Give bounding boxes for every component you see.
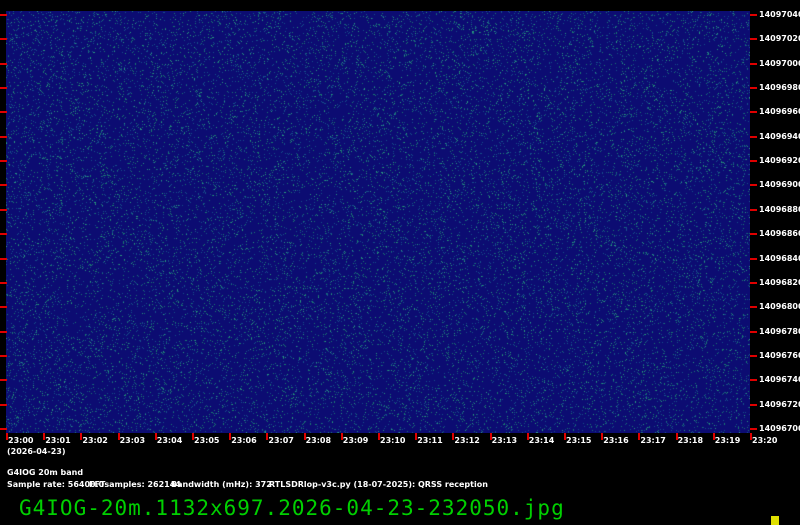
filename-label: G4IOG-20m.1132x697.2026-04-23-232050.jpg (19, 496, 565, 520)
bandwidth: Bandwidth (mHz): 372 (171, 480, 272, 489)
x-tick-label: 23:11 (417, 436, 443, 445)
y-tick-label: 14096780 (759, 326, 800, 336)
x-tick-label: 23:05 (194, 436, 220, 445)
y-tick-label: 14096980 (759, 83, 800, 93)
y-tick-left (0, 330, 7, 333)
y-tick-right (750, 330, 757, 333)
y-tick-label: 14096900 (759, 180, 800, 190)
x-tick-label: 23:06 (231, 436, 257, 445)
y-tick-left (0, 111, 7, 114)
x-tick-label: 23:04 (156, 436, 183, 445)
y-tick-right (750, 111, 757, 114)
software-label: RTLSDRlop-v3c.py (18-07-2025): QRSS rece… (269, 480, 488, 489)
y-tick-left (0, 14, 7, 16)
y-tick-label: 14096740 (759, 375, 800, 385)
y-tick-label: 14096820 (759, 277, 800, 287)
y-tick-label: 14097040 (759, 10, 800, 19)
y-tick-label: 14097020 (759, 34, 800, 44)
y-tick-right (750, 403, 757, 406)
y-tick-left (0, 184, 7, 187)
y-tick-label: 14096940 (759, 131, 800, 141)
y-tick-left (0, 281, 7, 284)
y-tick-left (0, 208, 7, 211)
spectrogram-waterfall (6, 11, 750, 433)
x-tick-label: 23:03 (119, 436, 146, 445)
band-label: G4IOG 20m band (7, 468, 84, 477)
x-tick-label: 23:17 (640, 436, 666, 445)
y-tick-label: 14096720 (759, 399, 800, 409)
y-tick-left (0, 87, 7, 90)
x-tick-label: 23:02 (82, 436, 108, 445)
x-tick-label: 23:12 (454, 436, 480, 445)
y-tick-label: 14096880 (759, 204, 800, 214)
x-tick-label: 23:09 (342, 436, 369, 445)
y-tick-right (750, 38, 757, 41)
x-tick-label: 23:19 (714, 436, 741, 445)
x-tick-label: 23:13 (491, 436, 518, 445)
y-tick-right (750, 428, 757, 430)
y-tick-left (0, 38, 7, 41)
x-tick-label: 23:18 (677, 436, 704, 445)
y-tick-right (750, 87, 757, 90)
y-tick-right (750, 14, 757, 16)
x-tick-label: 23:00 (8, 436, 34, 445)
y-tick-label: 14096700 (759, 424, 800, 433)
date-label: (2026-04-23) (7, 447, 66, 456)
y-tick-left (0, 354, 7, 357)
x-tick-label: 23:07 (268, 436, 294, 445)
y-tick-right (750, 160, 757, 163)
y-tick-left (0, 428, 7, 430)
x-tick-label: 23:14 (528, 436, 555, 445)
x-tick-label: 23:10 (380, 436, 406, 445)
y-tick-left (0, 160, 7, 163)
y-tick-right (750, 306, 757, 309)
x-tick-label: 23:01 (45, 436, 71, 445)
y-tick-label: 14096860 (759, 229, 800, 239)
y-tick-left (0, 403, 7, 406)
y-tick-right (750, 184, 757, 187)
y-tick-right (750, 233, 757, 236)
y-tick-label: 14096800 (759, 302, 800, 312)
x-tick-label: 23:08 (305, 436, 332, 445)
y-tick-left (0, 233, 7, 236)
x-tick-label: 23:15 (566, 436, 592, 445)
y-tick-left (0, 62, 7, 65)
y-tick-left (0, 257, 7, 260)
y-tick-right (750, 135, 757, 138)
y-tick-label: 14097000 (759, 58, 800, 68)
y-tick-right (750, 208, 757, 211)
y-tick-left (0, 306, 7, 309)
x-tick-label: 23:20 (752, 436, 778, 445)
y-tick-label: 14096760 (759, 350, 800, 360)
y-tick-right (750, 281, 757, 284)
y-tick-left (0, 135, 7, 138)
y-tick-label: 14096840 (759, 253, 800, 263)
y-tick-label: 14096960 (759, 107, 800, 117)
y-tick-right (750, 62, 757, 65)
y-tick-right (750, 354, 757, 357)
y-tick-right (750, 379, 757, 382)
y-tick-left (0, 379, 7, 382)
fft-samples: FFTsamples: 262144 (89, 480, 181, 489)
x-tick-label: 23:16 (603, 436, 629, 445)
y-tick-right (750, 257, 757, 260)
y-tick-label: 14096920 (759, 156, 800, 166)
status-marker (771, 516, 779, 525)
